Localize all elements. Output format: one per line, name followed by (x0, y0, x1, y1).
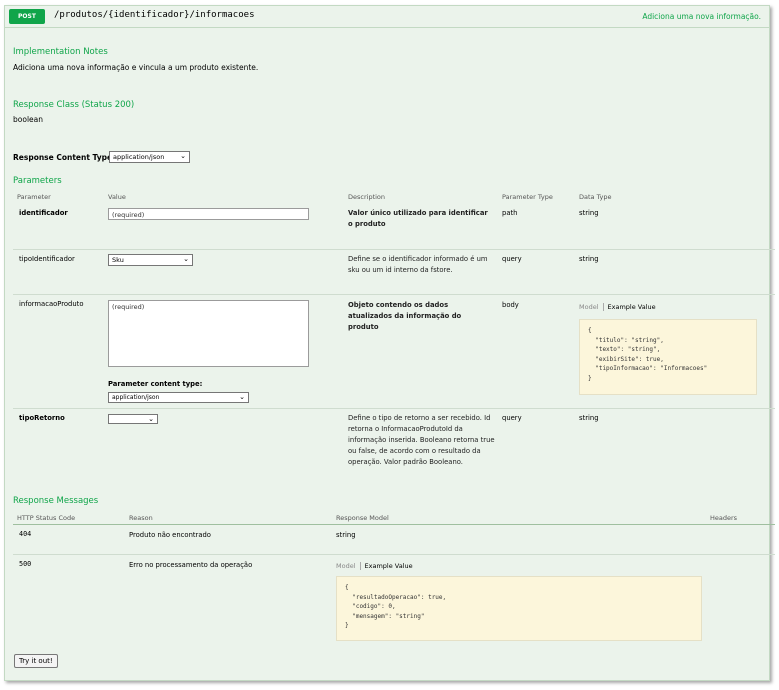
response-content-type-label: Response Content Type (13, 153, 113, 162)
parameters-heading: Parameters (13, 176, 62, 186)
row-divider (13, 408, 775, 409)
operation-header[interactable]: POST /produtos/{identificador}/informaco… (5, 6, 769, 28)
param-col-value: Value (108, 193, 126, 201)
resp-col-model: Response Model (336, 514, 389, 522)
param-name: tipoRetorno (19, 414, 65, 422)
param-name: informacaoProduto (19, 300, 84, 308)
implementation-notes-text: Adiciona uma nova informação e vincula a… (13, 63, 259, 72)
param-data-type: string (579, 255, 599, 263)
chevron-down-icon: ⌄ (180, 152, 186, 160)
header-divider (13, 524, 775, 525)
status-code: 404 (19, 530, 32, 538)
example-value-tab[interactable]: Example Value (365, 562, 413, 570)
param-data-type: string (579, 414, 599, 422)
param-description: Objeto contendo os dados atualizados da … (348, 301, 462, 331)
parameter-content-type-label: Parameter content type: (108, 380, 203, 388)
implementation-notes-heading: Implementation Notes (13, 47, 108, 57)
resp-col-reason: Reason (129, 514, 153, 522)
response-content-type-value: application/json (113, 153, 165, 161)
tipo-retorno-select[interactable]: ⌄ (108, 414, 158, 424)
informacao-produto-textarea[interactable]: (required) (108, 300, 309, 367)
param-description: Valor único utilizado para identificar o… (348, 209, 488, 228)
tab-separator (602, 303, 604, 311)
resp-col-status: HTTP Status Code (17, 514, 76, 522)
row-divider (13, 294, 775, 295)
response-class-type: boolean (13, 115, 43, 124)
input-placeholder: (required) (112, 211, 145, 219)
select-value: application/json (112, 394, 160, 401)
response-example-code[interactable]: { "resultadoOperacao": true, "codigo": 0… (336, 576, 702, 641)
chevron-down-icon: ⌄ (239, 393, 245, 401)
try-it-out-button[interactable]: Try it out! (14, 654, 58, 668)
row-divider (13, 554, 775, 555)
param-name: tipoIdentificador (19, 255, 75, 263)
parameter-content-type-select[interactable]: application/json ⌄ (108, 392, 249, 403)
example-value-tab[interactable]: Example Value (608, 303, 656, 311)
response-reason: Produto não encontrado (129, 531, 211, 539)
http-method-badge: POST (9, 9, 45, 24)
chevron-down-icon: ⌄ (183, 255, 189, 263)
textarea-placeholder: (required) (112, 303, 145, 311)
param-col-data-type: Data Type (579, 193, 612, 201)
response-messages-heading: Response Messages (13, 496, 99, 506)
chevron-down-icon: ⌄ (148, 415, 154, 423)
model-tab[interactable]: Model (579, 303, 599, 311)
status-code: 500 (19, 560, 32, 568)
param-type: query (502, 255, 522, 263)
tipo-identificador-select[interactable]: Sku ⌄ (108, 254, 193, 266)
param-col-description: Description (348, 193, 386, 201)
operation-summary[interactable]: Adiciona uma nova informação. (642, 12, 761, 21)
response-class-heading: Response Class (Status 200) (13, 100, 135, 110)
response-model: string (336, 531, 356, 539)
response-model-tabs: Model Example Value (336, 562, 413, 570)
param-name: identificador (19, 209, 68, 217)
endpoint-path[interactable]: /produtos/{identificador}/informacoes (54, 10, 254, 20)
param-type: query (502, 414, 522, 422)
resp-col-headers: Headers (710, 514, 738, 522)
param-type: body (502, 301, 519, 309)
identificador-input[interactable]: (required) (108, 208, 309, 220)
row-divider (13, 249, 775, 250)
body-example-code[interactable]: { "titulo": "string", "texto": "string",… (579, 319, 757, 395)
select-value: Sku (112, 256, 124, 264)
param-description: Define se o identificador informado é um… (348, 255, 488, 274)
operation-panel: POST /produtos/{identificador}/informaco… (4, 5, 775, 681)
param-data-type: string (579, 209, 599, 217)
param-col-parameter: Parameter (17, 193, 51, 201)
model-tab[interactable]: Model (336, 562, 356, 570)
response-reason: Erro no processamento da operação (129, 561, 253, 569)
tab-separator (359, 562, 361, 570)
param-col-parameter-type: Parameter Type (502, 193, 553, 201)
param-description: Define o tipo de retorno a ser recebido.… (348, 414, 495, 466)
param-type: path (502, 209, 518, 217)
response-content-type-select[interactable]: application/json ⌄ (109, 151, 190, 163)
body-model-tabs: Model Example Value (579, 303, 656, 311)
